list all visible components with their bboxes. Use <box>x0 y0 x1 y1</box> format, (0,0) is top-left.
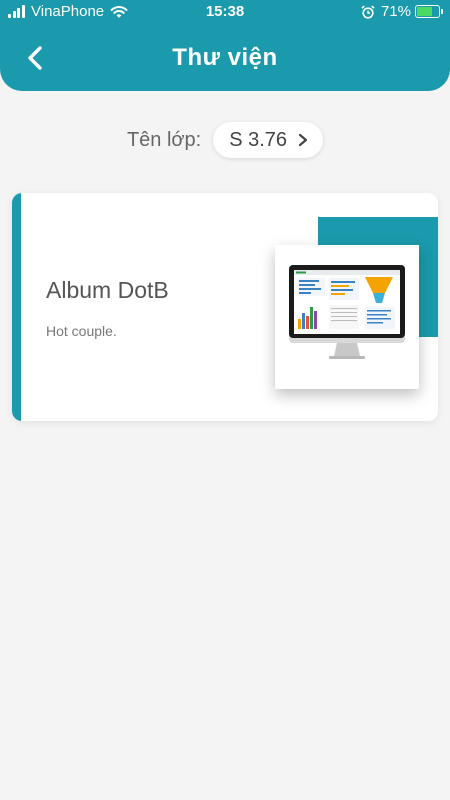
header-bar: VinaPhone 15:38 71% Thư viện <box>0 0 450 91</box>
battery-percent: 71% <box>380 3 411 20</box>
album-title: Album DotB <box>46 277 169 303</box>
album-description: Hot couple. <box>46 323 117 339</box>
status-right: 71% <box>361 3 443 20</box>
monitor-dashboard-image <box>289 265 405 359</box>
alarm-icon <box>361 4 375 19</box>
status-bar: VinaPhone 15:38 71% <box>0 0 450 24</box>
page-title: Thư viện <box>172 44 278 71</box>
class-selector-row: Tên lớp: S 3.76 <box>0 122 450 158</box>
class-select-button[interactable]: S 3.76 <box>213 122 324 158</box>
class-value: S 3.76 <box>229 128 288 151</box>
class-label: Tên lớp: <box>126 128 202 151</box>
album-thumbnail <box>275 245 419 389</box>
album-card[interactable]: Album DotB Hot couple. <box>12 193 438 421</box>
chevron-right-icon <box>298 133 308 147</box>
card-accent-bar <box>12 193 21 421</box>
battery-icon <box>415 5 443 18</box>
battery-fill <box>417 7 432 16</box>
